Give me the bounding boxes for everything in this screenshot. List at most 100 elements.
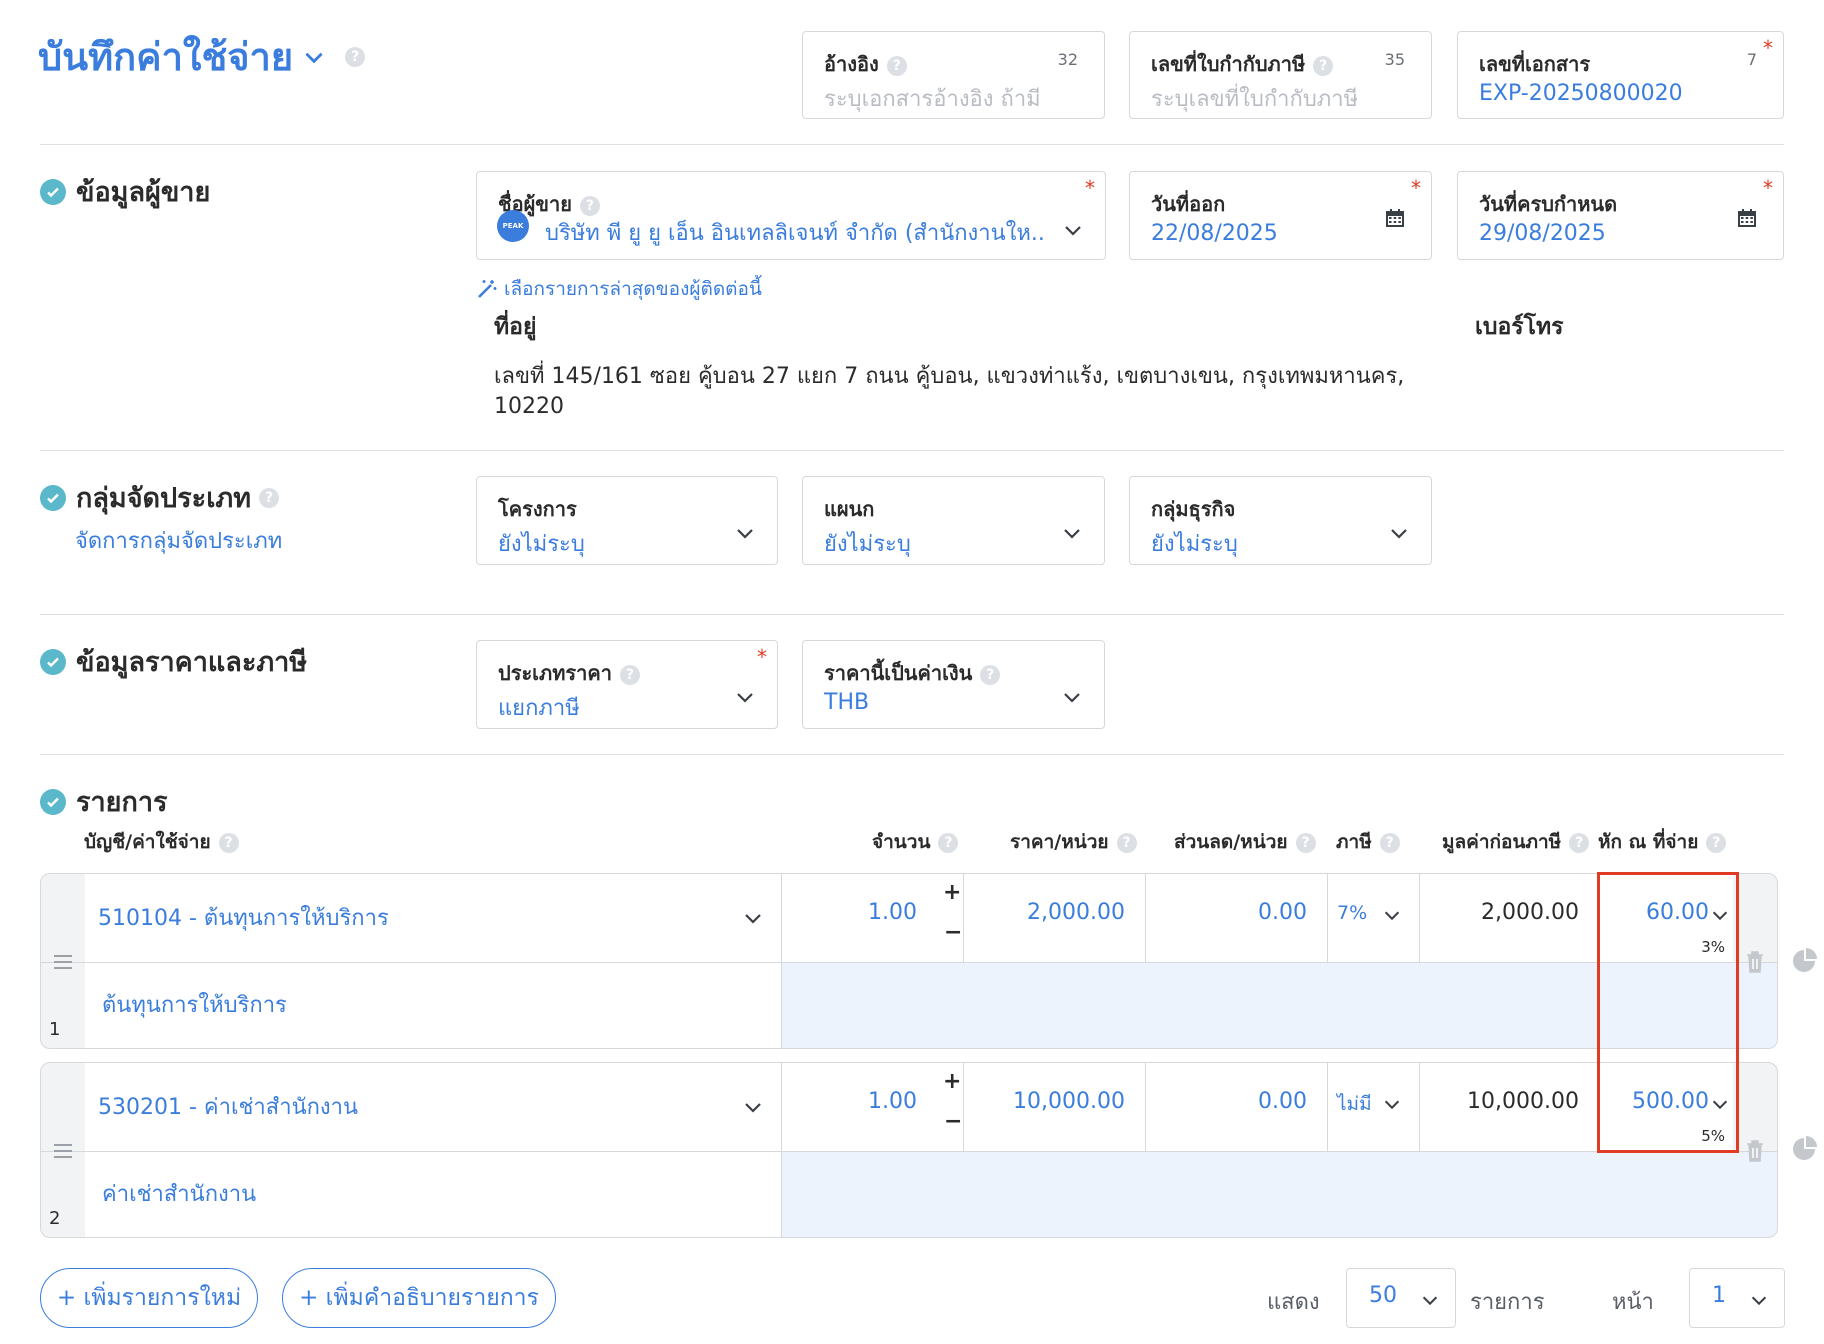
project-value: ยังไม่ระบุ <box>498 532 585 557</box>
help-icon[interactable]: ? <box>886 55 907 76</box>
price-input[interactable]: 2,000.00 <box>1027 900 1125 925</box>
account-select[interactable]: 530201 - ค่าเช่าสำนักงาน <box>98 1089 358 1124</box>
help-icon[interactable]: ? <box>1706 832 1727 853</box>
required-mark: * <box>1763 176 1773 200</box>
column-header-qty: จำนวน? <box>872 827 959 857</box>
drag-handle-icon[interactable] <box>53 954 73 970</box>
help-icon[interactable]: ? <box>938 832 959 853</box>
column-header-pretax: มูลค่าก่อนภาษี? <box>1442 827 1590 857</box>
due-date-input[interactable]: 29/08/2025 <box>1479 221 1606 246</box>
discount-input[interactable]: 0.00 <box>1258 1089 1307 1114</box>
check-circle-icon <box>40 788 66 815</box>
chevron-down-icon[interactable] <box>1381 904 1403 926</box>
qty-input[interactable]: 1.00 <box>868 900 917 925</box>
items-label: รายการ <box>1470 1290 1545 1315</box>
address-label: ที่อยู่ <box>494 314 537 340</box>
account-select[interactable]: 510104 - ต้นทุนการให้บริการ <box>98 900 389 935</box>
help-icon[interactable]: ? <box>980 664 1001 685</box>
issue-date-label: วันที่ออก <box>1151 192 1226 216</box>
qty-input[interactable]: 1.00 <box>868 1089 917 1114</box>
discount-input[interactable]: 0.00 <box>1258 900 1307 925</box>
table-row: 2 530201 - ค่าเช่าสำนักงาน ค่าเช่าสำนักง… <box>40 1062 1778 1238</box>
department-label: แผนก <box>824 497 875 521</box>
chevron-down-icon <box>1422 1296 1438 1306</box>
project-label: โครงการ <box>498 497 577 521</box>
char-count: 35 <box>1384 50 1405 69</box>
issue-date-input[interactable]: 22/08/2025 <box>1151 221 1278 246</box>
reference-input[interactable]: ระบุเอกสารอ้างอิง ถ้ามี <box>824 81 1041 116</box>
page-title-dropdown[interactable]: บันทึกค่าใช้จ่าย ? <box>38 26 366 87</box>
drag-handle-icon[interactable] <box>53 1143 73 1159</box>
reference-field[interactable]: อ้างอิง? 32 ระบุเอกสารอ้างอิง ถ้ามี <box>802 31 1105 119</box>
project-select[interactable]: โครงการ ยังไม่ระบุ <box>476 476 778 565</box>
help-icon[interactable]: ? <box>259 487 280 508</box>
help-icon[interactable]: ? <box>579 195 600 216</box>
page-value: 1 <box>1712 1283 1726 1308</box>
currency-value: THB <box>824 690 870 715</box>
help-icon[interactable]: ? <box>1116 832 1137 853</box>
tax-invoice-field[interactable]: เลขที่ใบกำกับภาษี? 35 ระบุเลขที่ใบกำกับภ… <box>1129 31 1432 119</box>
tax-invoice-input[interactable]: ระบุเลขที่ใบกำกับภาษี <box>1151 81 1358 116</box>
chevron-down-icon[interactable] <box>1061 218 1085 242</box>
check-circle-icon <box>40 484 66 511</box>
decrement-button[interactable]: − <box>944 920 962 945</box>
tax-select[interactable]: ไม่มี <box>1337 1089 1372 1119</box>
price-input[interactable]: 10,000.00 <box>1013 1089 1125 1114</box>
show-label: แสดง <box>1267 1290 1320 1315</box>
required-mark: * <box>1085 176 1095 200</box>
manage-category-link[interactable]: จัดการกลุ่มจัดประเภท <box>75 523 282 558</box>
doc-number-input[interactable]: EXP-20250800020 <box>1479 81 1683 106</box>
help-icon[interactable]: ? <box>1313 55 1334 76</box>
row-number: 2 <box>49 1208 61 1229</box>
price-section-title: ข้อมูลราคาและภาษี <box>40 640 307 683</box>
vendor-name-field[interactable]: ชื่อผู้ขาย? * PEAK บริษัท พี ยู ยู เอ็น … <box>476 171 1106 260</box>
due-date-field[interactable]: วันที่ครบกำหนด * 29/08/2025 <box>1457 171 1784 260</box>
doc-number-field[interactable]: เลขที่เอกสาร 7 * EXP-20250800020 <box>1457 31 1784 119</box>
issue-date-field[interactable]: วันที่ออก * 22/08/2025 <box>1129 171 1432 260</box>
chevron-down-icon[interactable] <box>1381 1093 1403 1115</box>
page-size-value: 50 <box>1369 1283 1397 1308</box>
add-description-button[interactable]: + เพิ่มคำอธิบายรายการ <box>282 1268 556 1328</box>
department-select[interactable]: แผนก ยังไม่ระบุ <box>802 476 1105 565</box>
check-circle-icon <box>40 648 66 675</box>
help-icon[interactable]: ? <box>345 46 366 67</box>
char-count: 7 <box>1746 50 1757 69</box>
price-type-select[interactable]: ประเภทราคา? * แยกภาษี <box>476 640 778 729</box>
department-value: ยังไม่ระบุ <box>824 532 911 557</box>
phone-label: เบอร์โทร <box>1475 314 1564 340</box>
calendar-icon[interactable] <box>1385 208 1405 228</box>
help-icon[interactable]: ? <box>218 832 239 853</box>
increment-button[interactable]: + <box>943 880 961 905</box>
help-icon[interactable]: ? <box>619 664 640 685</box>
page-select[interactable]: 1 <box>1689 1268 1785 1328</box>
description-input[interactable]: ค่าเช่าสำนักงาน <box>102 1176 256 1211</box>
chevron-down-icon <box>1064 693 1080 703</box>
reference-label: อ้างอิง <box>824 52 879 76</box>
description-input[interactable]: ต้นทุนการให้บริการ <box>102 987 287 1022</box>
page-size-select[interactable]: 50 <box>1346 1268 1456 1328</box>
currency-select[interactable]: ราคานี้เป็นค่าเงิน? THB <box>802 640 1105 729</box>
trash-icon[interactable] <box>1745 1139 1765 1163</box>
pie-chart-icon[interactable] <box>1792 1136 1818 1162</box>
pie-chart-icon[interactable] <box>1792 948 1818 974</box>
increment-button[interactable]: + <box>943 1069 961 1094</box>
latest-items-link[interactable]: เลือกรายการล่าสุดของผู้ติดต่อนี้ <box>476 274 762 304</box>
help-icon[interactable]: ? <box>1379 832 1400 853</box>
vendor-section-title: ข้อมูลผู้ขาย <box>40 170 210 213</box>
help-icon[interactable]: ? <box>1569 832 1590 853</box>
decrement-button[interactable]: − <box>944 1109 962 1134</box>
business-group-select[interactable]: กลุ่มธุรกิจ ยังไม่ระบุ <box>1129 476 1432 565</box>
doc-number-label: เลขที่เอกสาร <box>1479 52 1591 76</box>
help-icon[interactable]: ? <box>1295 832 1316 853</box>
page-label: หน้า <box>1612 1290 1654 1315</box>
required-mark: * <box>1763 36 1773 60</box>
chevron-down-icon[interactable] <box>741 1095 765 1119</box>
chevron-down-icon[interactable] <box>741 906 765 930</box>
calendar-icon[interactable] <box>1737 208 1757 228</box>
price-type-label: ประเภทราคา <box>498 661 612 685</box>
currency-label: ราคานี้เป็นค่าเงิน <box>824 661 973 685</box>
add-item-button[interactable]: + เพิ่มรายการใหม่ <box>40 1268 258 1328</box>
tax-select[interactable]: 7% <box>1337 902 1367 924</box>
trash-icon[interactable] <box>1745 950 1765 974</box>
chevron-down-icon <box>305 52 323 63</box>
